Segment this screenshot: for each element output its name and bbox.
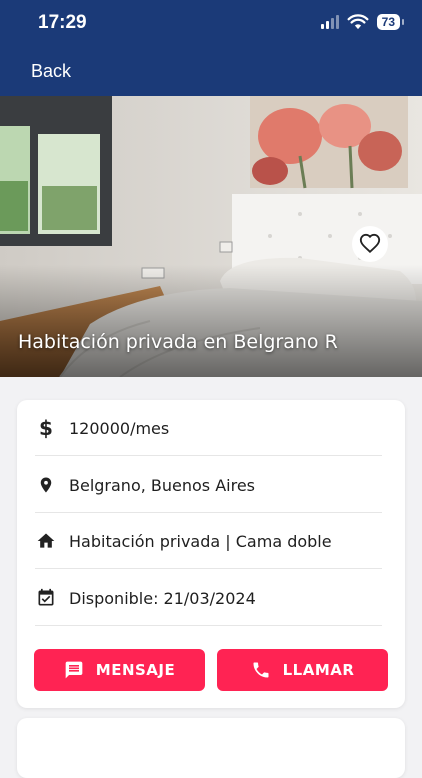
calendar-check-icon bbox=[35, 587, 57, 609]
message-button-label: MENSAJE bbox=[95, 661, 176, 679]
svg-text:$: $ bbox=[39, 417, 53, 439]
message-icon bbox=[64, 660, 84, 680]
phone-icon bbox=[251, 660, 271, 680]
availability-row: Disponible: 21/03/2024 bbox=[35, 570, 382, 626]
home-icon bbox=[35, 530, 57, 552]
status-time: 17:29 bbox=[38, 12, 87, 33]
availability-text: Disponible: 21/03/2024 bbox=[69, 588, 256, 608]
favorite-button[interactable] bbox=[352, 226, 388, 262]
price-row: $ 120000/mes bbox=[35, 400, 382, 456]
status-icons: 73 bbox=[320, 14, 405, 30]
room-type-row: Habitación privada | Cama doble bbox=[35, 513, 382, 569]
message-button[interactable]: MENSAJE bbox=[34, 649, 205, 691]
divider bbox=[35, 455, 382, 456]
divider bbox=[35, 568, 382, 569]
top-bar: 17:29 73 Back bbox=[0, 0, 422, 96]
listing-title: Habitación privada en Belgrano R bbox=[18, 331, 338, 353]
price-text: 120000/mes bbox=[69, 418, 170, 438]
listing-details-card: $ 120000/mes Belgrano, Buenos Aires Habi… bbox=[17, 400, 405, 708]
heart-icon bbox=[359, 233, 381, 254]
call-button[interactable]: LLAMAR bbox=[217, 649, 388, 691]
wifi-icon bbox=[347, 14, 369, 30]
battery-indicator: 73 bbox=[376, 14, 405, 30]
room-type-text: Habitación privada | Cama doble bbox=[69, 531, 332, 551]
cellular-signal-icon bbox=[320, 15, 339, 29]
location-pin-icon bbox=[35, 474, 57, 496]
back-button[interactable]: Back bbox=[31, 61, 71, 82]
divider bbox=[35, 625, 382, 626]
location-text: Belgrano, Buenos Aires bbox=[69, 475, 256, 495]
dollar-icon: $ bbox=[35, 417, 57, 439]
call-button-label: LLAMAR bbox=[282, 661, 355, 679]
location-row: Belgrano, Buenos Aires bbox=[35, 457, 382, 513]
next-section-card bbox=[17, 718, 405, 778]
